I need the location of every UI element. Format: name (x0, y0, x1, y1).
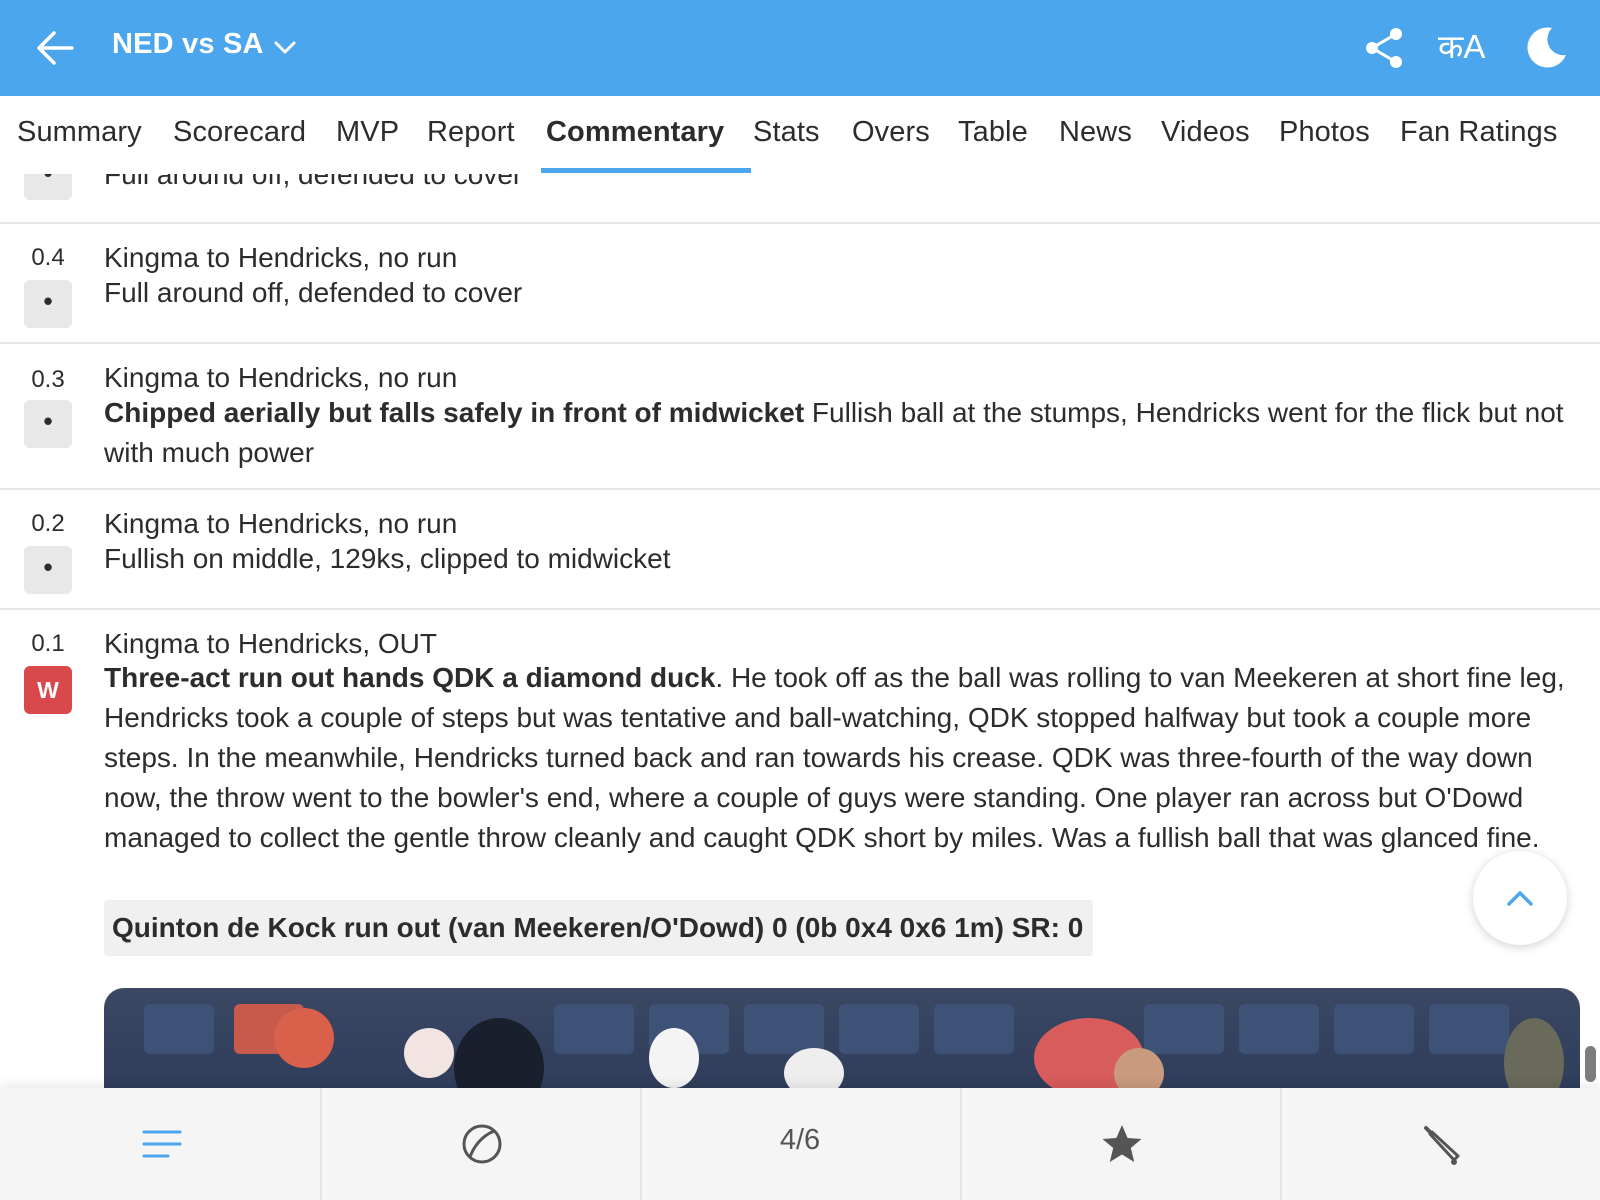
dot-ball-badge: • (24, 546, 72, 594)
bat-icon (1424, 1126, 1460, 1165)
match-title[interactable]: NED vs SA (112, 28, 264, 61)
over-number: 0.2 (31, 510, 65, 537)
dot-ball-badge: • (24, 174, 72, 200)
tab-mvp[interactable]: MVP (336, 116, 399, 149)
commentary-headline: Kingma to Hendricks, no run (104, 362, 458, 393)
tab-overs[interactable]: Overs (852, 116, 930, 149)
commentary-feed[interactable]: Full around off, defended to cover • 0.4… (0, 174, 1600, 1088)
commentary-text: Full around off, defended to cover (104, 174, 523, 190)
tab-videos[interactable]: Videos (1161, 116, 1250, 149)
tab-summary[interactable]: Summary (17, 116, 142, 149)
menu-button[interactable] (0, 1088, 322, 1200)
tab-photos[interactable]: Photos (1279, 116, 1370, 149)
commentary-headline: Kingma to Hendricks, no run (104, 508, 458, 539)
tab-bar: Summary Scorecard MVP Report Commentary … (0, 96, 1600, 174)
tab-report[interactable]: Report (427, 116, 515, 149)
dot-ball-badge: • (24, 280, 72, 328)
page-indicator-text: 4/6 (779, 1124, 821, 1156)
tab-scorecard[interactable]: Scorecard (173, 116, 306, 149)
dismissal-summary: Quinton de Kock run out (van Meekeren/O'… (104, 900, 1094, 956)
ball-icon (462, 1124, 502, 1164)
back-arrow-icon[interactable] (34, 26, 76, 70)
chevron-down-icon[interactable] (272, 36, 298, 60)
commentary-text: Chipped aerially but falls safely in fro… (104, 393, 1584, 473)
commentary-item: Full around off, defended to cover • (0, 174, 1600, 224)
bottom-nav: 4/6 (0, 1088, 1600, 1200)
moon-icon[interactable] (1524, 25, 1568, 69)
commentary-text: Full around off, defended to cover (104, 277, 523, 308)
page-indicator: 4/6 (640, 1088, 962, 1200)
menu-icon (142, 1130, 182, 1158)
ball-button[interactable] (320, 1088, 642, 1200)
language-icon[interactable]: कA (1438, 27, 1492, 67)
commentary-highlight: Three-act run out hands QDK a diamond du… (104, 662, 716, 693)
commentary-item: 0.4 • Kingma to Hendricks, no run Full a… (0, 224, 1600, 344)
share-icon[interactable] (1362, 26, 1406, 70)
star-button[interactable] (960, 1088, 1282, 1200)
match-photo[interactable] (104, 988, 1580, 1088)
tab-fan-ratings[interactable]: Fan Ratings (1400, 116, 1557, 149)
commentary-highlight: Chipped aerially but falls safely in fro… (104, 397, 805, 428)
over-number: 0.3 (31, 366, 65, 393)
dot-ball-badge: • (24, 400, 72, 448)
over-number: 0.1 (31, 630, 65, 657)
tab-table[interactable]: Table (958, 116, 1028, 149)
over-number: 0.4 (31, 244, 65, 271)
commentary-headline: Kingma to Hendricks, OUT (104, 628, 437, 659)
commentary-item: 0.2 • Kingma to Hendricks, no run Fullis… (0, 490, 1600, 610)
scroll-to-top-button[interactable] (1473, 851, 1567, 945)
commentary-text: Fullish on middle, 129ks, clipped to mid… (104, 543, 671, 574)
commentary-headline: Kingma to Hendricks, no run (104, 242, 458, 273)
star-icon (1102, 1125, 1142, 1162)
bat-button[interactable] (1280, 1088, 1600, 1200)
active-tab-indicator (541, 168, 751, 173)
tab-commentary[interactable]: Commentary (546, 116, 724, 149)
tab-stats[interactable]: Stats (753, 116, 820, 149)
chevron-up-icon (1507, 891, 1533, 906)
scrollbar-thumb[interactable] (1585, 1046, 1596, 1082)
commentary-text: Three-act run out hands QDK a diamond du… (104, 658, 1584, 858)
tab-news[interactable]: News (1059, 116, 1132, 149)
commentary-item: 0.3 • Kingma to Hendricks, no run Chippe… (0, 344, 1600, 490)
wicket-badge: W (24, 666, 72, 714)
app-header: NED vs SA कA (0, 0, 1600, 96)
